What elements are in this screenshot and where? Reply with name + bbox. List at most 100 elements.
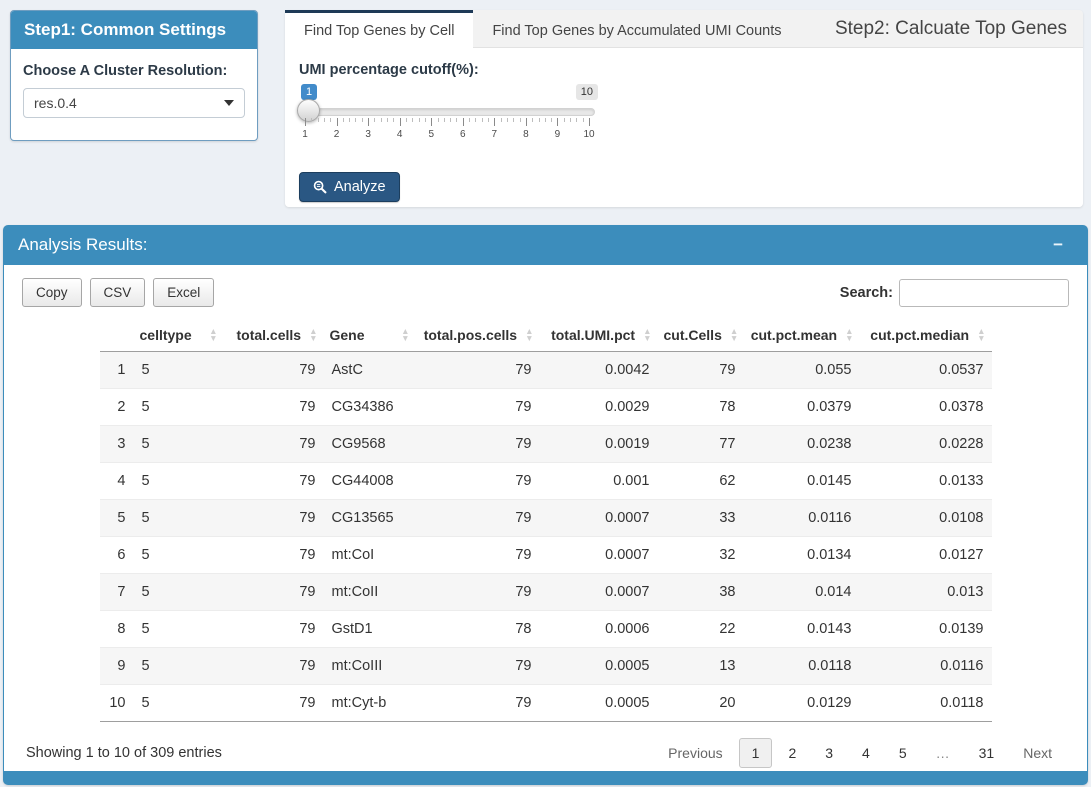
cell-total-pos-cells: 79 <box>416 352 540 389</box>
pagination-ellipsis: … <box>923 738 963 768</box>
slider-major-tick <box>305 118 306 126</box>
slider-minor-tick <box>362 118 363 122</box>
next-button[interactable]: Next <box>1010 738 1065 768</box>
sort-arrows-icon: ▲▼ <box>643 328 651 342</box>
search-bar: Search: <box>840 279 1069 307</box>
analyze-button[interactable]: Analyze <box>299 172 400 202</box>
column-header-label: Gene <box>330 327 396 343</box>
slider-minor-tick <box>318 118 319 122</box>
slider-minor-tick <box>532 118 533 122</box>
column-header-celltype[interactable]: celltype▲▼ <box>134 319 224 352</box>
cell-cut-cells: 20 <box>658 685 744 722</box>
slider-minor-tick <box>355 118 356 122</box>
page-button-1[interactable]: 1 <box>739 738 773 768</box>
step2-title: Step2: Calcuate Top Genes <box>835 18 1083 40</box>
slider-major-tick <box>400 118 401 126</box>
table-row[interactable]: 9579mt:CoIII790.0005130.01180.0116 <box>100 648 992 685</box>
tab-find-top-genes-by-accumulated-umi-counts[interactable]: Find Top Genes by Accumulated UMI Counts <box>473 10 800 48</box>
export-excel-button[interactable]: Excel <box>153 278 214 307</box>
table-row[interactable]: 10579mt:Cyt-b790.0005200.01290.0118 <box>100 685 992 722</box>
slider-grid: 12345678910 <box>305 118 589 146</box>
export-csv-button[interactable]: CSV <box>90 278 146 307</box>
cell-index: 8 <box>100 611 134 648</box>
cell-cut-cells: 33 <box>658 500 744 537</box>
slider-major-tick <box>494 118 495 126</box>
slider-tick-label: 9 <box>555 129 561 140</box>
slider-tick-label: 10 <box>583 129 594 140</box>
cell-total-pos-cells: 79 <box>416 500 540 537</box>
table-row[interactable]: 6579mt:CoI790.0007320.01340.0127 <box>100 537 992 574</box>
slider-minor-tick <box>475 118 476 122</box>
page-button-3[interactable]: 3 <box>812 738 846 768</box>
cell-cut-pct-mean: 0.0238 <box>744 426 860 463</box>
column-header-cut-pct-median[interactable]: cut.pct.median▲▼ <box>860 319 992 352</box>
table-row[interactable]: 3579CG9568790.0019770.02380.0228 <box>100 426 992 463</box>
slider-major-tick <box>368 118 369 126</box>
results-header: Analysis Results: − <box>3 225 1088 265</box>
slider-major-tick <box>431 118 432 126</box>
column-header-total-pos-cells[interactable]: total.pos.cells▲▼ <box>416 319 540 352</box>
cell-gene: mt:Cyt-b <box>324 685 416 722</box>
slider-minor-tick <box>419 118 420 122</box>
collapse-minus-icon[interactable]: − <box>1043 235 1073 255</box>
slider-track[interactable] <box>299 108 595 116</box>
slider-minor-tick <box>438 118 439 122</box>
tab-find-top-genes-by-cell[interactable]: Find Top Genes by Cell <box>285 10 473 48</box>
slider-minor-tick <box>570 118 571 122</box>
cell-index: 4 <box>100 463 134 500</box>
cell-cut-pct-mean: 0.0143 <box>744 611 860 648</box>
column-header-gene[interactable]: Gene▲▼ <box>324 319 416 352</box>
slider-tick-label: 7 <box>492 129 498 140</box>
table-row[interactable]: 4579CG44008790.001620.01450.0133 <box>100 463 992 500</box>
cluster-resolution-select[interactable]: res.0.4 <box>23 88 245 118</box>
cell-index: 1 <box>100 352 134 389</box>
page-button-5[interactable]: 5 <box>886 738 920 768</box>
cell-cut-cells: 62 <box>658 463 744 500</box>
pagination: Previous12345…31Next <box>655 738 1065 768</box>
table-row[interactable]: 2579CG34386790.0029780.03790.0378 <box>100 389 992 426</box>
slider-minor-tick <box>456 118 457 122</box>
page-button-2[interactable]: 2 <box>775 738 809 768</box>
export-copy-button[interactable]: Copy <box>22 278 82 307</box>
cell-index: 7 <box>100 574 134 611</box>
slider-minor-tick <box>576 118 577 122</box>
table-row[interactable]: 8579GstD1780.0006220.01430.0139 <box>100 611 992 648</box>
slider-minor-tick <box>450 118 451 122</box>
column-header-cut-pct-mean[interactable]: cut.pct.mean▲▼ <box>744 319 860 352</box>
table-footer: Showing 1 to 10 of 309 entries Previous1… <box>22 722 1069 768</box>
sort-arrows-icon: ▲▼ <box>525 328 533 342</box>
slider-tick-label: 5 <box>428 129 434 140</box>
step1-title: Step1: Common Settings <box>11 11 257 49</box>
sort-arrows-icon: ▲▼ <box>977 328 985 342</box>
table-row[interactable]: 7579mt:CoII790.0007380.0140.013 <box>100 574 992 611</box>
slider-minor-tick <box>343 118 344 122</box>
cell-total-cells: 79 <box>224 574 324 611</box>
cell-total-umi-pct: 0.0006 <box>540 611 658 648</box>
slider-minor-tick <box>520 118 521 122</box>
step2-tabbox: Find Top Genes by Cell Find Top Genes by… <box>285 10 1083 207</box>
slider-minor-tick <box>564 118 565 122</box>
table-row[interactable]: 1579AstC790.0042790.0550.0537 <box>100 352 992 389</box>
column-header-label: total.UMI.pct <box>546 327 638 343</box>
column-header-total-umi-pct[interactable]: total.UMI.pct ▲▼ <box>540 319 658 352</box>
cell-celltype: 5 <box>134 611 224 648</box>
cell-index: 10 <box>100 685 134 722</box>
cell-cut-cells: 79 <box>658 352 744 389</box>
slider-minor-tick <box>393 118 394 122</box>
umi-cutoff-slider[interactable]: 1 10 12345678910 <box>299 82 595 160</box>
cell-gene: GstD1 <box>324 611 416 648</box>
cell-cut-pct-median: 0.0116 <box>860 648 992 685</box>
previous-button[interactable]: Previous <box>655 738 735 768</box>
cell-total-umi-pct: 0.0007 <box>540 500 658 537</box>
column-header-total-cells[interactable]: total.cells▲▼ <box>224 319 324 352</box>
slider-minor-tick <box>412 118 413 122</box>
slider-tick-label: 6 <box>460 129 466 140</box>
cell-cut-pct-mean: 0.0145 <box>744 463 860 500</box>
cell-total-pos-cells: 79 <box>416 537 540 574</box>
search-input[interactable] <box>899 279 1069 307</box>
page-button-31[interactable]: 31 <box>966 738 1008 768</box>
page-button-4[interactable]: 4 <box>849 738 883 768</box>
cluster-resolution-value: res.0.4 <box>34 95 77 111</box>
table-row[interactable]: 5579CG13565790.0007330.01160.0108 <box>100 500 992 537</box>
column-header-cut-cells[interactable]: cut.Cells▲▼ <box>658 319 744 352</box>
